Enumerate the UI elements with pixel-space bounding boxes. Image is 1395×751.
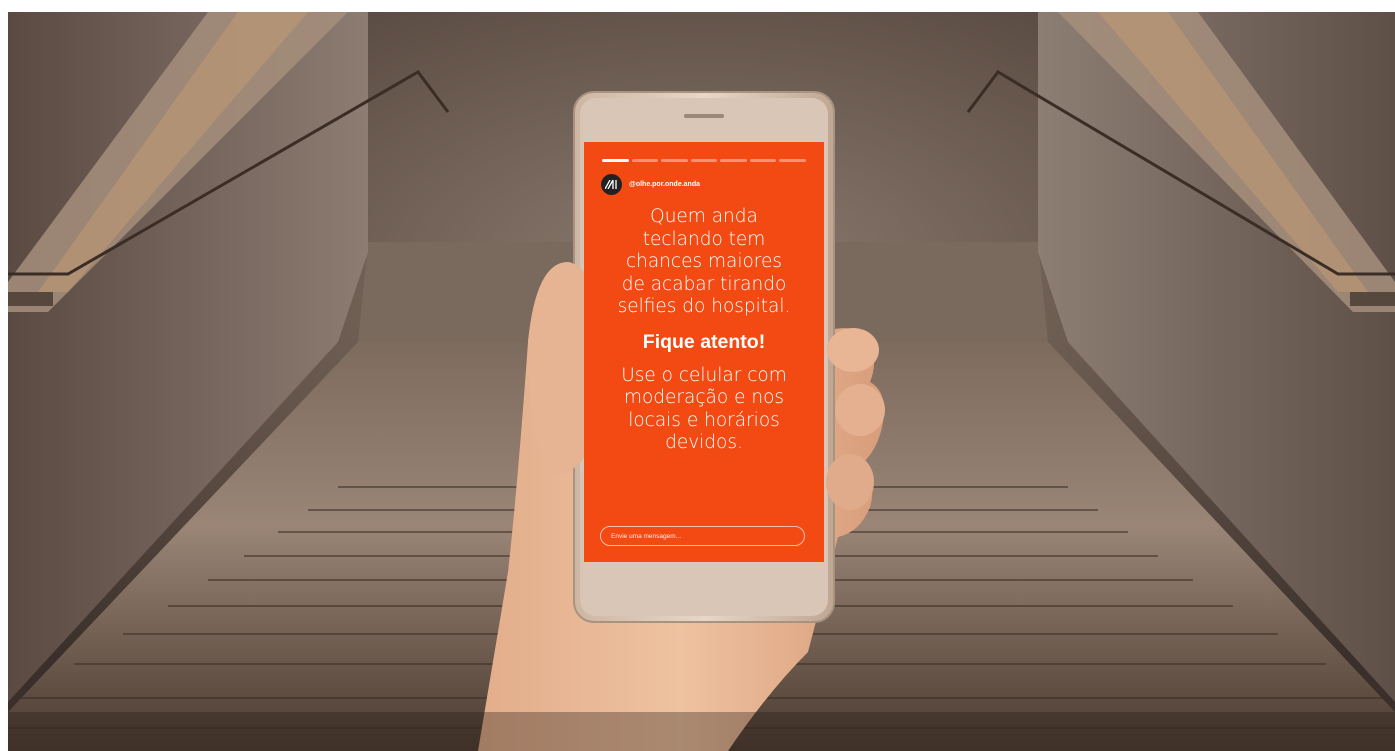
progress-segment-active [602, 159, 629, 162]
progress-segment [749, 159, 777, 162]
progress-segment [690, 159, 718, 162]
brand-logo-icon[interactable] [601, 173, 622, 195]
message-placeholder: Envie uma mensagem... [611, 532, 682, 540]
progress-segment [631, 159, 659, 162]
story-paragraph-1: Quem anda teclando tem chances maiores d… [617, 206, 791, 317]
story-screen: @olhe.por.onde.anda Quem anda teclando t… [584, 142, 824, 562]
message-input[interactable]: Envie uma mensagem... [600, 526, 805, 546]
story-paragraph-2: Use o celular com moderação e nos locais… [621, 364, 787, 454]
progress-segment [661, 159, 688, 162]
progress-segment [779, 159, 807, 162]
story-content: Quem anda teclando tem chances maiores d… [592, 206, 816, 455]
progress-segment [720, 159, 747, 162]
profile-handle[interactable]: @olhe.por.onde.anda [629, 181, 700, 188]
story-emphasis: Fique atento! [642, 330, 766, 353]
story-progress-bar [602, 159, 807, 162]
story-profile[interactable]: @olhe.por.onde.anda [601, 173, 700, 195]
staircase-photo: @olhe.por.onde.anda Quem anda teclando t… [8, 12, 1395, 751]
logo-mark [605, 179, 617, 189]
